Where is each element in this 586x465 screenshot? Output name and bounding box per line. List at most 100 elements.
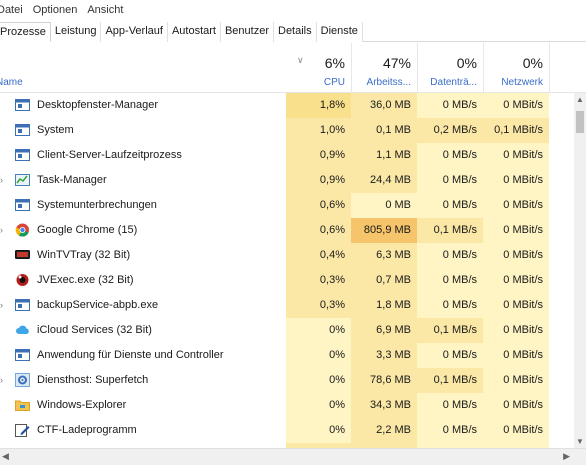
process-row[interactable]: JVExec.exe (32 Bit) 0,3% 0,7 MB 0 MB/s 0 MBi…: [0, 268, 574, 293]
process-network: 0 MBit/s: [483, 368, 549, 393]
process-cpu: 1,0%: [286, 118, 351, 143]
process-memory: 805,9 MB: [351, 218, 417, 243]
memory-label: Arbeitss...: [366, 77, 411, 88]
tab-app-verlauf[interactable]: App-Verlauf: [101, 22, 168, 42]
process-row[interactable]: Windows-Explorer 0% 34,3 MB 0 MB/s 0 MBit/s: [0, 393, 574, 418]
process-row[interactable]: › backupService-abpb.exe 0,3% 1,8 MB 0 MB/s 0…: [0, 293, 574, 318]
process-name: Systemunterbrechungen: [37, 199, 157, 211]
column-divider[interactable]: [417, 43, 418, 93]
menu-datei[interactable]: Datei: [0, 0, 28, 20]
process-network: 0 MBit/s: [483, 418, 549, 443]
process-disk: 0 MB/s: [417, 168, 483, 193]
process-name: Client-Server-Laufzeitprozess: [37, 149, 182, 161]
expand-chevron-icon[interactable]: ›: [0, 300, 3, 310]
process-name: WinTVTray (32 Bit): [37, 249, 131, 261]
disk-label: Datenträ...: [430, 77, 477, 88]
name-column-header[interactable]: Name ∨: [0, 43, 304, 93]
process-network: 0 MBit/s: [483, 268, 549, 293]
expand-chevron-icon[interactable]: ›: [0, 225, 3, 235]
scroll-left-icon[interactable]: ◀: [2, 451, 9, 462]
network-label: Netzwerk: [501, 77, 543, 88]
task-manager-icon: [15, 173, 30, 187]
jv-icon: [15, 273, 30, 287]
process-row[interactable]: Client-Server-Laufzeitprozess 0,9% 1,1 MB 0…: [0, 143, 574, 168]
window-icon: [15, 123, 30, 137]
process-row[interactable]: Desktopfenster-Manager 1,8% 36,0 MB 0 MB/s 0…: [0, 93, 574, 118]
process-cpu: 0,3%: [286, 293, 351, 318]
tab-dienste[interactable]: Dienste: [316, 22, 363, 42]
network-total: 0%: [522, 55, 543, 71]
tab-benutzer[interactable]: Benutzer: [220, 22, 274, 42]
process-memory: 6,9 MB: [351, 318, 417, 343]
window-icon: [15, 348, 30, 362]
process-memory: 1,8 MB: [351, 293, 417, 318]
disk-column-header[interactable]: 0% Datenträ...: [417, 43, 483, 93]
process-disk: 0 MB/s: [417, 418, 483, 443]
process-row[interactable]: CTF-Ladeprogramm 0% 2,2 MB 0 MB/s 0 MBit/s: [0, 418, 574, 443]
process-disk: 0 MB/s: [417, 243, 483, 268]
process-cpu: 0,4%: [286, 243, 351, 268]
tab-leistung[interactable]: Leistung: [50, 22, 102, 42]
process-name: JVExec.exe (32 Bit): [37, 274, 134, 286]
process-network: 0 MBit/s: [483, 343, 549, 368]
process-disk: 0 MB/s: [417, 343, 483, 368]
cpu-total: 6%: [324, 55, 345, 71]
process-row[interactable]: iCloud Services (32 Bit) 0% 6,9 MB 0,1 MB/s…: [0, 318, 574, 343]
process-cpu: 0,9%: [286, 143, 351, 168]
process-row[interactable]: WinTVTray (32 Bit) 0,4% 6,3 MB 0 MB/s 0 MBit…: [0, 243, 574, 268]
scrollbar-thumb[interactable]: [576, 111, 584, 133]
process-row[interactable]: › Task-Manager 0,9% 24,4 MB 0 MB/s 0 MBit/s: [0, 168, 574, 193]
horizontal-scrollbar[interactable]: ◀ ▶: [0, 448, 586, 465]
menu-optionen[interactable]: Optionen: [28, 0, 83, 20]
memory-column-header[interactable]: 47% Arbeitss...: [351, 43, 417, 93]
process-memory: 78,6 MB: [351, 368, 417, 393]
cpu-label: CPU: [323, 77, 345, 88]
tab-prozesse[interactable]: Prozesse: [0, 22, 51, 42]
pen-icon: [15, 423, 30, 437]
expand-chevron-icon[interactable]: ›: [0, 175, 3, 185]
menu-ansicht[interactable]: Ansicht: [82, 0, 128, 20]
column-divider[interactable]: [549, 43, 550, 93]
tab-autostart[interactable]: Autostart: [167, 22, 221, 42]
expand-chevron-icon[interactable]: ›: [0, 375, 3, 385]
process-row[interactable]: › Diensthost: Superfetch 0% 78,6 MB 0,1 MB/s…: [0, 368, 574, 393]
network-column-header[interactable]: 0% Netzwerk: [483, 43, 549, 93]
process-memory: 2,2 MB: [351, 418, 417, 443]
process-memory: 24,4 MB: [351, 168, 417, 193]
process-disk: 0,1 MB/s: [417, 318, 483, 343]
process-disk: 0,1 MB/s: [417, 218, 483, 243]
process-network: 0 MBit/s: [483, 218, 549, 243]
process-name: backupService-abpb.exe: [37, 299, 159, 311]
column-divider[interactable]: [351, 43, 352, 93]
tab-details[interactable]: Details: [274, 22, 317, 42]
window-icon: [15, 148, 30, 162]
process-name: System: [37, 124, 74, 136]
process-cpu: 1,8%: [286, 93, 351, 118]
process-memory: 36,0 MB: [351, 93, 417, 118]
scroll-up-icon[interactable]: ▲: [576, 95, 584, 104]
process-cpu: 0,6%: [286, 218, 351, 243]
column-divider[interactable]: [483, 43, 484, 93]
process-row[interactable]: System 1,0% 0,1 MB 0,2 MB/s 0,1 MBit/s: [0, 118, 574, 143]
process-name: CTF-Ladeprogramm: [37, 424, 137, 436]
process-list: Desktopfenster-Manager 1,8% 36,0 MB 0 MB/s 0…: [0, 93, 574, 448]
process-disk: 0 MB/s: [417, 143, 483, 168]
process-name: Google Chrome (15): [37, 224, 138, 236]
scroll-right-icon[interactable]: ▶: [563, 451, 570, 462]
process-row[interactable]: Anwendung für Dienste und Controller 0% 3,…: [0, 343, 574, 368]
process-row[interactable]: Systemunterbrechungen 0,6% 0 MB 0 MB/s 0 MBi…: [0, 193, 574, 218]
column-header: Name ∨ 6% CPU 47% Arbeitss... 0% Datentr…: [0, 43, 586, 93]
cpu-column-header[interactable]: 6% CPU: [286, 43, 351, 93]
process-disk: 0,2 MB/s: [417, 118, 483, 143]
process-memory: 0,7 MB: [351, 268, 417, 293]
process-memory: 6,3 MB: [351, 243, 417, 268]
process-disk: 0 MB/s: [417, 268, 483, 293]
window-icon: [15, 298, 30, 312]
scroll-down-icon[interactable]: ▼: [576, 437, 584, 446]
process-cpu: 0%: [286, 318, 351, 343]
process-name: iCloud Services (32 Bit): [37, 324, 152, 336]
process-name: Diensthost: Superfetch: [37, 374, 149, 386]
process-cpu: 0,9%: [286, 168, 351, 193]
process-row[interactable]: › Google Chrome (15) 0,6% 805,9 MB 0,1 MB/s 0…: [0, 218, 574, 243]
vertical-scrollbar[interactable]: ▲ ▼: [574, 93, 586, 448]
